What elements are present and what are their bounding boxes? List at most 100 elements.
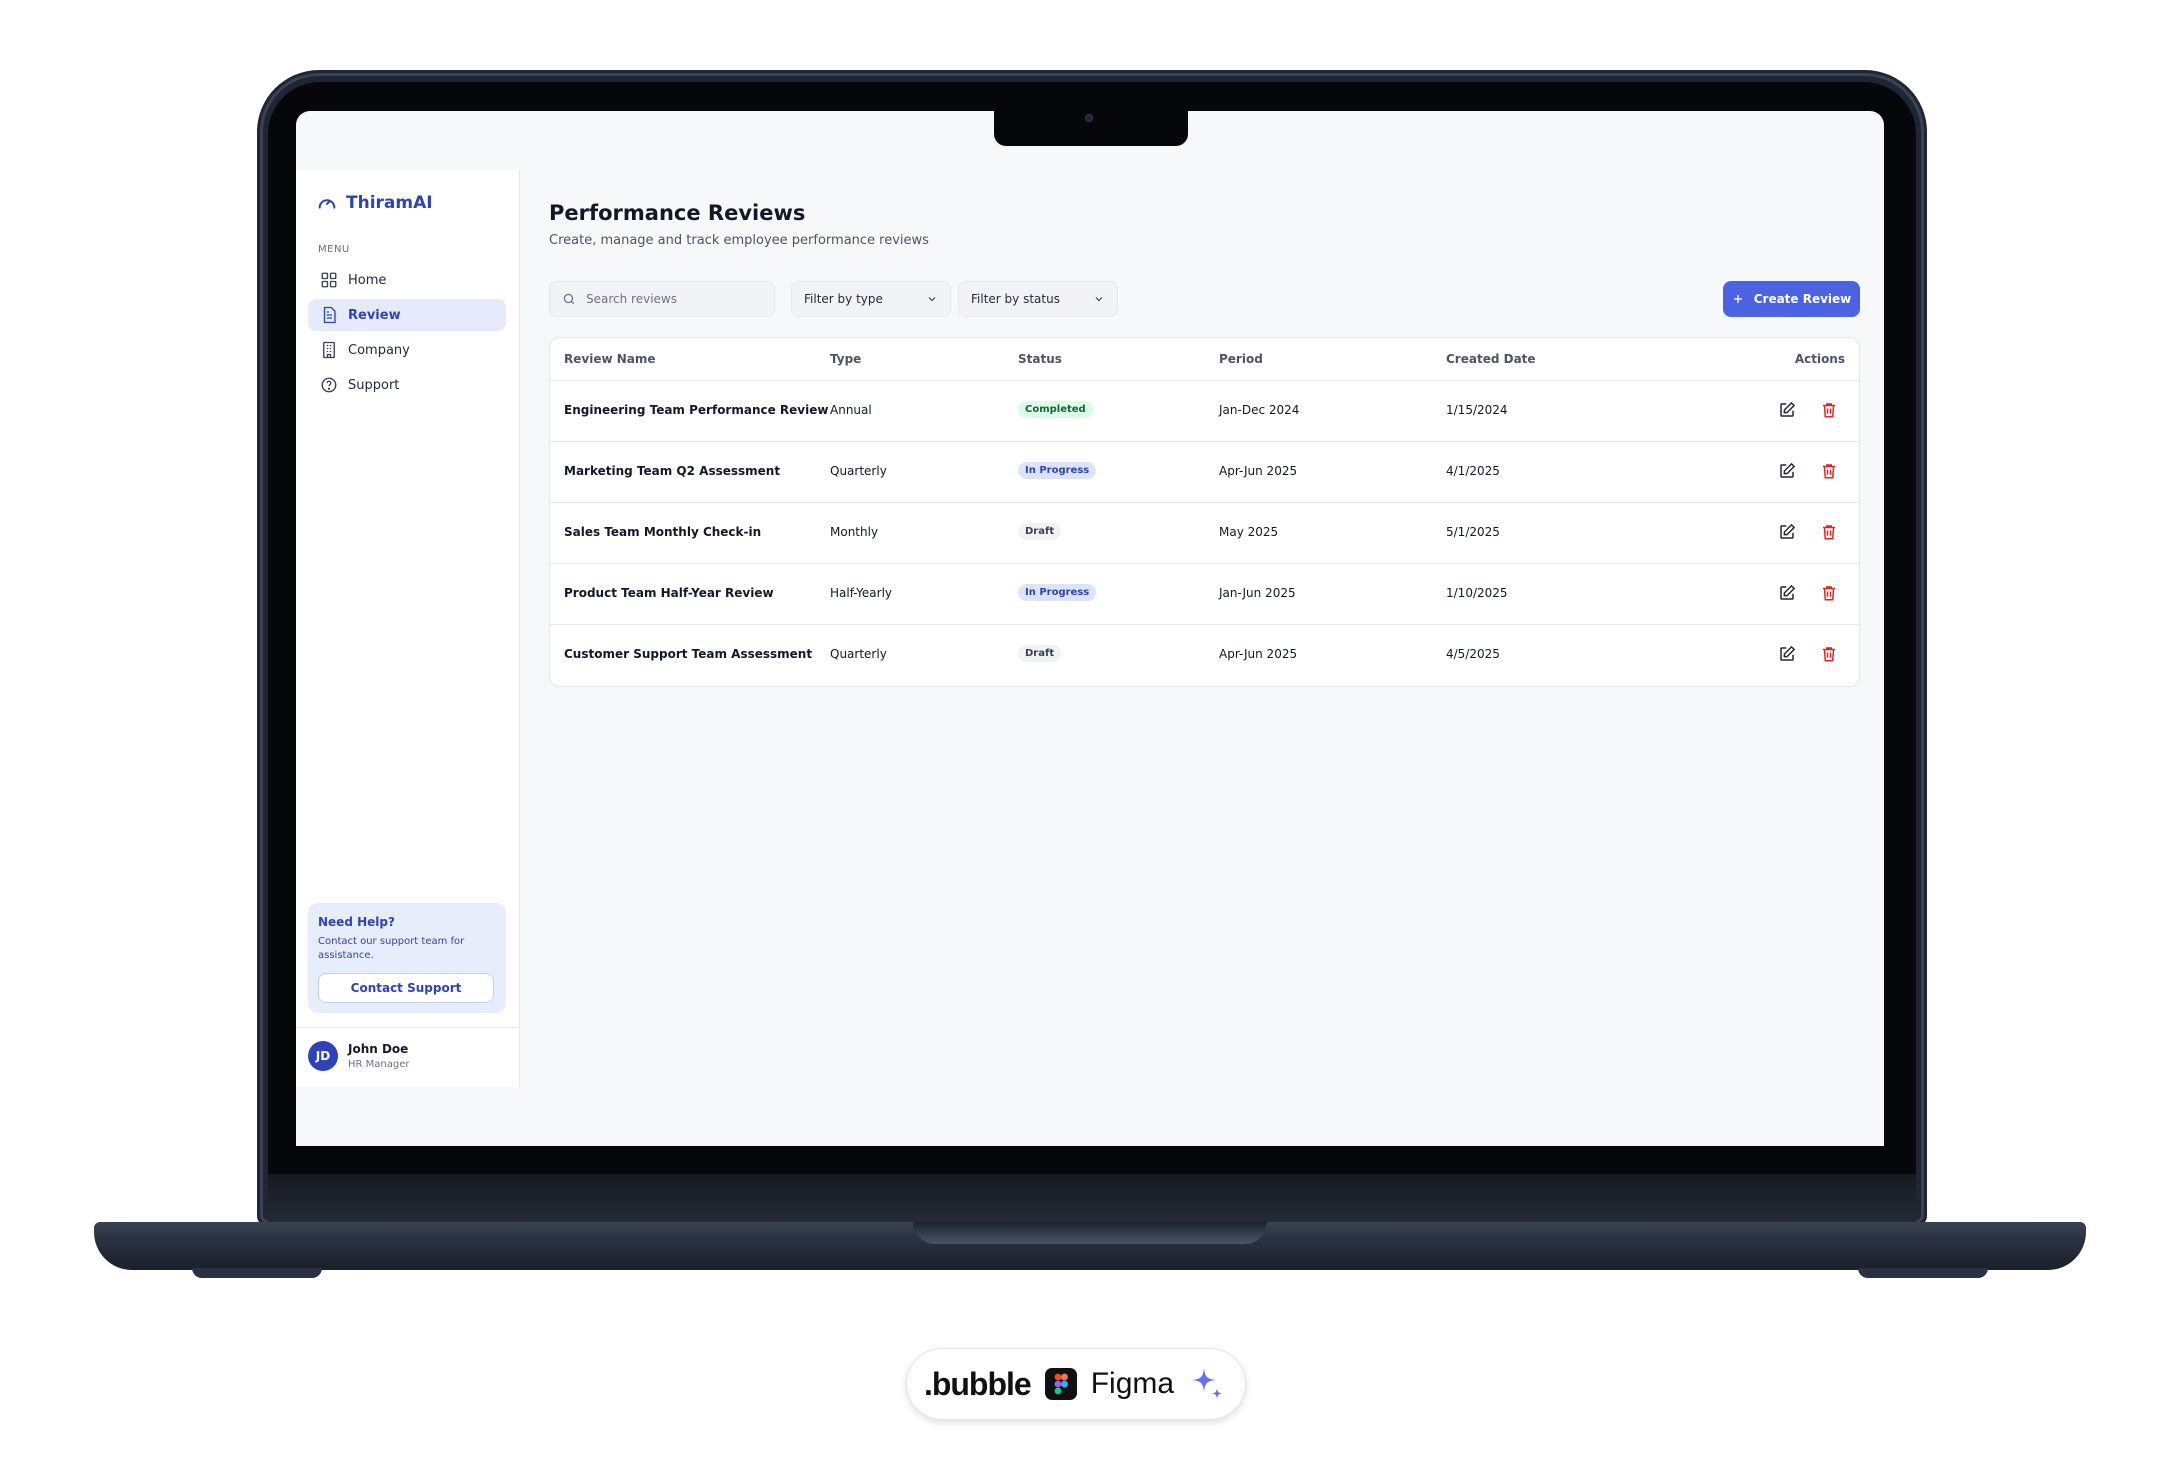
laptop-foot	[1858, 1268, 1988, 1278]
page-subtitle: Create, manage and track employee perfor…	[549, 233, 929, 248]
trash-icon[interactable]	[1820, 645, 1838, 663]
figma-wordmark: Figma	[1090, 1367, 1175, 1400]
review-type: Quarterly	[830, 464, 887, 478]
grid-icon	[321, 272, 337, 288]
review-period: Jan-Jun 2025	[1219, 586, 1296, 600]
bubble-logo: .bubble	[923, 1365, 1032, 1402]
app-screen: ThiramAI MENU Home Review Company Suppor…	[296, 111, 1884, 1146]
reviews-table: Review Name Type Status Period Created D…	[549, 337, 1860, 687]
review-created-date: 1/10/2025	[1446, 586, 1508, 600]
search-box[interactable]	[549, 281, 775, 317]
sidebar-item-home[interactable]: Home	[308, 264, 506, 296]
status-badge: Draft	[1018, 645, 1062, 662]
trash-icon[interactable]	[1820, 584, 1838, 602]
edit-icon[interactable]	[1778, 401, 1796, 419]
column-header-period: Period	[1219, 352, 1263, 366]
review-name[interactable]: Engineering Team Performance Review	[564, 403, 828, 417]
review-created-date: 5/1/2025	[1446, 525, 1500, 539]
chevron-down-icon	[1095, 297, 1103, 302]
laptop-hinge	[268, 1174, 1916, 1226]
review-type: Half-Yearly	[830, 586, 893, 600]
building-icon	[323, 341, 335, 359]
status-badge: Draft	[1018, 523, 1062, 540]
laptop-foot	[192, 1268, 322, 1278]
brand-name: ThiramAI	[346, 193, 433, 213]
table-header: Review Name Type Status Period Created D…	[550, 338, 1859, 381]
review-period: Apr-Jun 2025	[1219, 647, 1298, 661]
table-row[interactable]: Product Team Half-Year Review Half-Yearl…	[550, 564, 1859, 625]
help-text: Contact our support team for assistance.	[318, 936, 465, 961]
column-header-created-date: Created Date	[1446, 352, 1536, 366]
column-header-actions: Actions	[1794, 352, 1845, 366]
review-name[interactable]: Marketing Team Q2 Assessment	[564, 464, 780, 478]
user-name: John Doe	[348, 1042, 409, 1056]
column-header-status: Status	[1018, 352, 1062, 366]
edit-icon[interactable]	[1778, 462, 1796, 480]
sidebar-item-label: Home	[348, 272, 387, 288]
figma-logo-icon	[1044, 1368, 1077, 1400]
sidebar-item-review[interactable]: Review	[308, 299, 506, 331]
review-created-date: 1/15/2024	[1446, 403, 1508, 417]
review-type: Monthly	[830, 525, 879, 539]
table-row[interactable]: Customer Support Team Assessment Quarter…	[550, 625, 1859, 686]
review-created-date: 4/1/2025	[1446, 464, 1500, 478]
contact-support-button[interactable]: Contact Support	[318, 973, 494, 1003]
laptop-opening-notch	[913, 1222, 1267, 1244]
tools-badge: .bubble Figma	[906, 1348, 1246, 1420]
search-input[interactable]	[586, 292, 756, 306]
review-name[interactable]: Sales Team Monthly Check-in	[564, 525, 761, 539]
table-row[interactable]: Engineering Team Performance Review Annu…	[550, 381, 1859, 442]
status-badge: In Progress	[1018, 462, 1097, 479]
column-header-review-name: Review Name	[564, 352, 656, 366]
document-icon	[323, 306, 336, 324]
menu-label: MENU	[318, 244, 350, 255]
sidebar-nav: Home Review Company Support	[308, 264, 506, 404]
review-type: Annual	[830, 403, 872, 417]
sidebar-item-label: Company	[348, 342, 410, 358]
divider	[296, 1027, 520, 1028]
sidebar-item-label: Review	[348, 307, 401, 323]
status-badge: Completed	[1018, 401, 1093, 418]
trash-icon[interactable]	[1820, 462, 1838, 480]
camera-icon	[1085, 114, 1093, 122]
status-badge: In Progress	[1018, 584, 1097, 601]
help-title: Need Help?	[318, 915, 395, 929]
create-review-button[interactable]: Create Review	[1723, 281, 1860, 317]
page-title: Performance Reviews	[549, 201, 806, 225]
review-period: Apr-Jun 2025	[1219, 464, 1298, 478]
avatar[interactable]: JD	[308, 1041, 338, 1071]
sidebar-item-label: Support	[348, 377, 400, 393]
search-icon	[563, 293, 575, 305]
filter-status-select[interactable]: Filter by status	[958, 281, 1118, 317]
plus-icon	[1733, 295, 1742, 303]
chevron-down-icon	[928, 297, 936, 302]
sidebar: ThiramAI MENU Home Review Company Suppor…	[296, 170, 520, 1087]
table-row[interactable]: Sales Team Monthly Check-in Monthly Draf…	[550, 503, 1859, 564]
filter-type-label: Filter by type	[804, 292, 883, 306]
sidebar-item-support[interactable]: Support	[308, 369, 506, 401]
review-type: Quarterly	[830, 647, 887, 661]
trash-icon[interactable]	[1820, 401, 1838, 419]
edit-icon[interactable]	[1778, 645, 1796, 663]
column-header-type: Type	[830, 352, 862, 366]
edit-icon[interactable]	[1778, 523, 1796, 541]
review-created-date: 4/5/2025	[1446, 647, 1500, 661]
review-name[interactable]: Customer Support Team Assessment	[564, 647, 812, 661]
sidebar-item-company[interactable]: Company	[308, 334, 506, 366]
sparkle-icon	[1192, 1368, 1223, 1399]
camera-notch	[994, 110, 1188, 146]
filter-type-select[interactable]: Filter by type	[791, 281, 951, 317]
review-name[interactable]: Product Team Half-Year Review	[564, 586, 774, 600]
create-review-label: Create Review	[1753, 292, 1852, 306]
gauge-icon	[318, 199, 336, 209]
help-circle-icon	[321, 377, 337, 393]
edit-icon[interactable]	[1778, 584, 1796, 602]
table-row[interactable]: Marketing Team Q2 Assessment Quarterly I…	[550, 442, 1859, 503]
trash-icon[interactable]	[1820, 523, 1838, 541]
review-period: Jan-Dec 2024	[1219, 403, 1300, 417]
filter-status-label: Filter by status	[971, 292, 1060, 306]
help-card: Need Help? Contact our support team for …	[308, 903, 506, 1013]
brand[interactable]: ThiramAI	[316, 192, 433, 214]
user-role: HR Manager	[348, 1059, 410, 1070]
review-period: May 2025	[1219, 525, 1279, 539]
